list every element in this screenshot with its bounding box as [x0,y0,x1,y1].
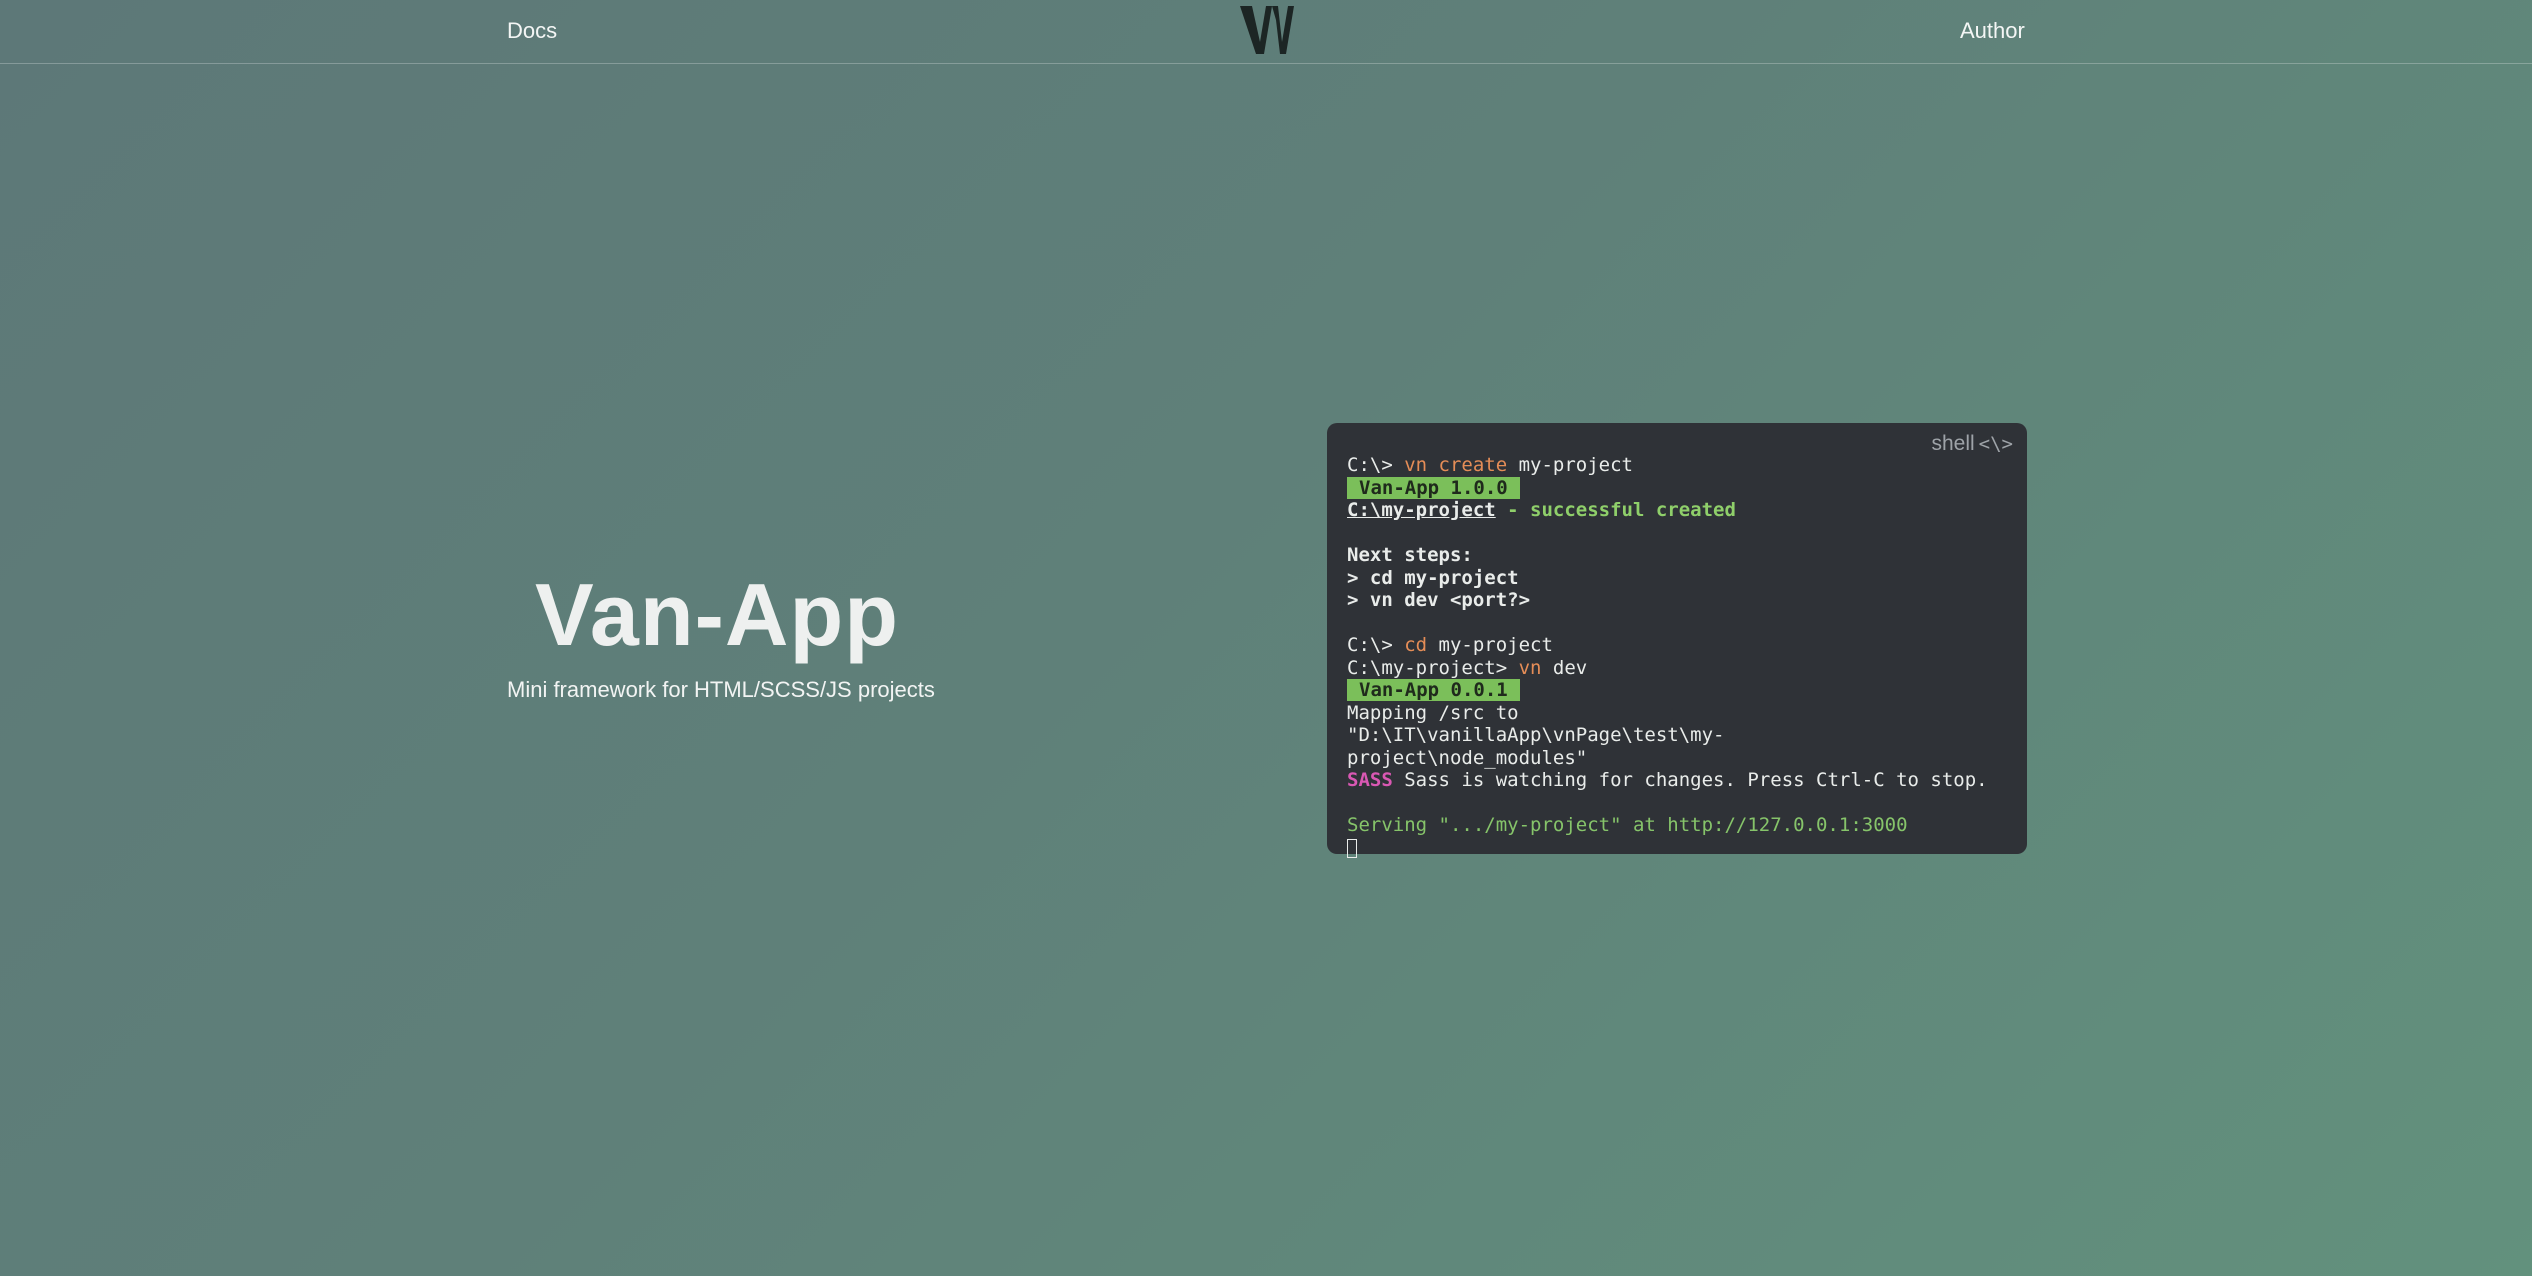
shell-terminal: shell <\> C:\> vn create my-project Van-A… [1327,423,2027,858]
nav-author-link[interactable]: Author [1960,16,2025,46]
command: cd [1404,634,1428,656]
version-badge: Van-App 1.0.0 [1347,476,1520,499]
terminal-label: shell <\> [1931,432,2013,456]
terminal-line: SASS Sass is watching for changes. Press… [1347,769,2007,792]
terminal-line: > cd my-project [1347,566,1519,589]
command: vn create [1404,454,1508,476]
terminal-line: Next steps: [1347,544,1473,566]
command-arg: my-project [1507,454,1633,476]
hero-subtitle: Mini framework for HTML/SCSS/JS projects [507,677,935,702]
nav-docs-link[interactable]: Docs [507,16,557,46]
hero-title: Van-App [535,565,899,664]
hero: Van-App Mini framework for HTML/SCSS/JS … [507,563,935,705]
code-icon: <\> [1978,433,2013,455]
prompt: C:\> [1347,454,1405,476]
terminal-line: C:\my-project - successful created [1347,499,2007,522]
project-path: C:\my-project [1347,499,1496,521]
terminal-cursor [1347,838,1357,858]
terminal-line: C:\> cd my-project [1347,634,2007,657]
terminal-line: C:\> vn create my-project [1347,454,2007,477]
command-arg: my-project [1427,634,1553,656]
prompt: C:\> [1347,634,1405,656]
terminal-label-text: shell [1931,432,1975,455]
terminal-line: Serving ".../my-project" at http://127.0… [1347,814,1908,836]
terminal-line: Van-App 0.0.1 [1347,679,2007,702]
prompt: C:\my-project> [1347,656,1519,679]
command-arg: dev [1541,656,1588,679]
terminal-cursor-line[interactable] [1347,837,2007,860]
command: vn [1518,656,1542,679]
sass-message: Sass is watching for changes. Press Ctrl… [1392,769,1988,791]
terminal-line: > vn dev <port?> [1347,589,1531,611]
terminal-line: Van-App 1.0.0 [1347,476,2007,500]
vn-logo-icon[interactable] [1238,2,1296,56]
terminal-line: Mapping /src to "D:\IT\vanillaApp\vnPage… [1347,701,1725,769]
version-badge: Van-App 0.0.1 [1347,679,1520,701]
top-nav: Docs Author [0,0,2532,64]
sass-tag: SASS [1347,769,1393,791]
success-message: - successful created [1495,499,1736,521]
terminal-line: C:\my-project> vn dev [1347,657,2007,680]
